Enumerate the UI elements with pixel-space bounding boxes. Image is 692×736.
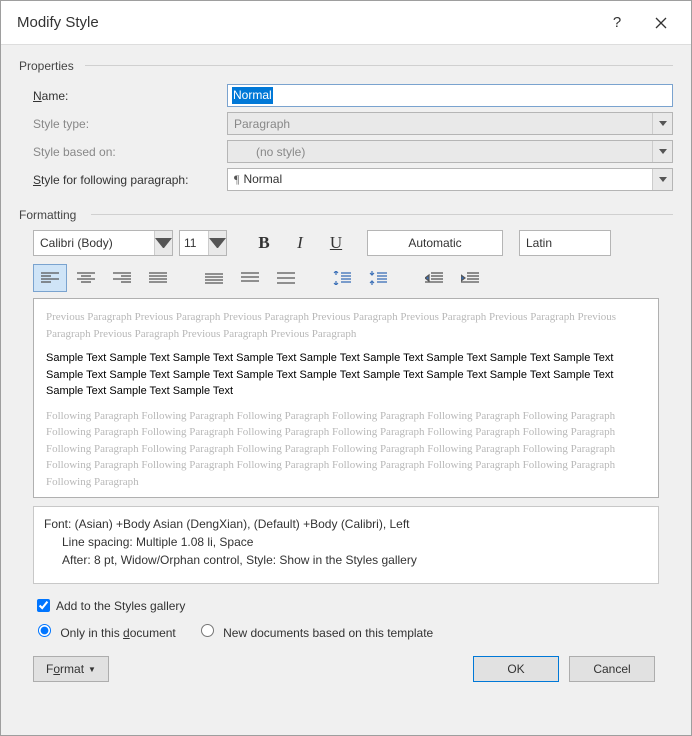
following-paragraph-label: Style for following paragraph: bbox=[33, 173, 227, 187]
style-description: Font: (Asian) +Body Asian (DengXian), (D… bbox=[33, 506, 659, 584]
following-paragraph-combo[interactable]: ¶Normal bbox=[227, 168, 673, 191]
chevron-down-icon bbox=[652, 141, 672, 162]
font-size-combo[interactable]: 11 bbox=[179, 230, 227, 256]
bold-button[interactable]: B bbox=[249, 230, 279, 256]
single-spacing-button[interactable] bbox=[197, 264, 231, 292]
only-this-document-input[interactable] bbox=[38, 624, 51, 637]
chevron-down-icon bbox=[154, 231, 172, 255]
align-center-button[interactable] bbox=[69, 264, 103, 292]
chevron-down-icon bbox=[652, 169, 672, 190]
properties-section-label: Properties bbox=[19, 55, 673, 75]
name-label: Name: bbox=[33, 89, 227, 103]
dialog-title: Modify Style bbox=[17, 14, 595, 31]
close-button[interactable] bbox=[639, 1, 683, 45]
preview-sample-text: Sample Text Sample Text Sample Text Samp… bbox=[46, 350, 646, 400]
decrease-indent-button[interactable] bbox=[417, 264, 451, 292]
language-combo[interactable]: Latin bbox=[519, 230, 611, 256]
onehalf-spacing-icon bbox=[241, 271, 259, 285]
underline-button[interactable]: U bbox=[321, 230, 351, 256]
align-right-icon bbox=[113, 271, 131, 285]
increase-indent-button[interactable] bbox=[453, 264, 487, 292]
style-based-on-label: Style based on: bbox=[33, 145, 227, 159]
increase-para-spacing-icon bbox=[333, 271, 351, 285]
onehalf-spacing-button[interactable] bbox=[233, 264, 267, 292]
decrease-para-spacing-icon bbox=[369, 271, 387, 285]
style-type-label: Style type: bbox=[33, 117, 227, 131]
chevron-down-icon bbox=[652, 113, 672, 134]
only-this-document-radio[interactable]: Only in this document bbox=[33, 621, 176, 640]
preview-pane: Previous Paragraph Previous Paragraph Pr… bbox=[33, 298, 659, 498]
titlebar: Modify Style ? bbox=[1, 1, 691, 45]
close-icon bbox=[655, 17, 667, 29]
modify-style-dialog: Modify Style ? Properties Name: Normal S… bbox=[0, 0, 692, 736]
double-spacing-icon bbox=[277, 271, 295, 285]
chevron-down-icon bbox=[208, 231, 226, 255]
add-to-gallery-checkbox[interactable]: Add to the Styles gallery bbox=[33, 596, 185, 615]
italic-button[interactable]: I bbox=[285, 230, 315, 256]
double-spacing-button[interactable] bbox=[269, 264, 303, 292]
decrease-indent-icon bbox=[425, 271, 443, 285]
increase-para-spacing-button[interactable] bbox=[325, 264, 359, 292]
style-type-combo: Paragraph bbox=[227, 112, 673, 135]
font-family-combo[interactable]: Calibri (Body) bbox=[33, 230, 173, 256]
preview-previous-text: Previous Paragraph Previous Paragraph Pr… bbox=[46, 309, 646, 342]
desc-line-3: After: 8 pt, Widow/Orphan control, Style… bbox=[44, 551, 648, 569]
caret-down-icon: ▼ bbox=[88, 665, 96, 674]
align-justify-button[interactable] bbox=[141, 264, 175, 292]
font-color-combo[interactable]: Automatic bbox=[367, 230, 503, 256]
single-spacing-icon bbox=[205, 271, 223, 285]
new-documents-radio[interactable]: New documents based on this template bbox=[196, 621, 433, 640]
ok-button[interactable]: OK bbox=[473, 656, 559, 682]
new-documents-input[interactable] bbox=[201, 624, 214, 637]
desc-line-1: Font: (Asian) +Body Asian (DengXian), (D… bbox=[44, 515, 648, 533]
align-left-button[interactable] bbox=[33, 264, 67, 292]
style-based-on-combo: (no style) bbox=[227, 140, 673, 163]
decrease-para-spacing-button[interactable] bbox=[361, 264, 395, 292]
name-input-selection: Normal bbox=[232, 87, 273, 104]
name-input[interactable] bbox=[227, 84, 673, 107]
align-left-icon bbox=[41, 271, 59, 285]
align-center-icon bbox=[77, 271, 95, 285]
desc-line-2: Line spacing: Multiple 1.08 li, Space bbox=[44, 533, 648, 551]
format-button[interactable]: Format▼ bbox=[33, 656, 109, 682]
help-button[interactable]: ? bbox=[595, 1, 639, 45]
cancel-button[interactable]: Cancel bbox=[569, 656, 655, 682]
add-to-gallery-input[interactable] bbox=[37, 599, 50, 612]
align-justify-icon bbox=[149, 271, 167, 285]
preview-following-text: Following Paragraph Following Paragraph … bbox=[46, 408, 646, 491]
increase-indent-icon bbox=[461, 271, 479, 285]
formatting-section-label: Formatting bbox=[19, 204, 673, 224]
align-right-button[interactable] bbox=[105, 264, 139, 292]
